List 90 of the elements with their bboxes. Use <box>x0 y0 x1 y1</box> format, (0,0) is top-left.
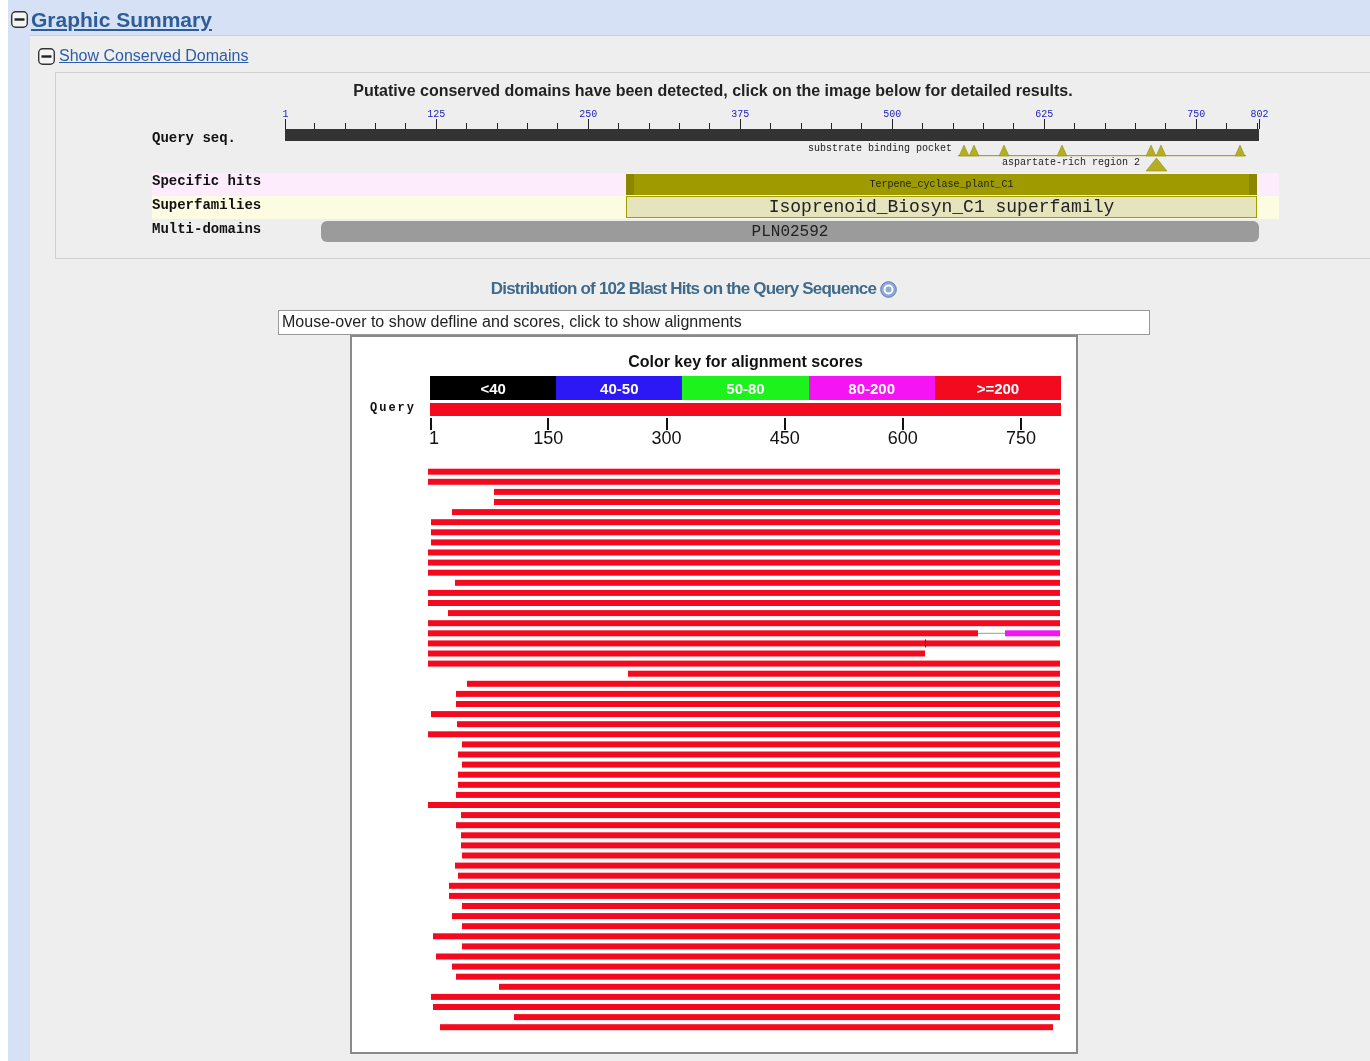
hit-bar[interactable] <box>428 650 925 657</box>
hit-bar[interactable] <box>428 639 1060 648</box>
track-label: Superfamilies <box>152 197 262 213</box>
color-key-segment: >=200 <box>934 376 1061 400</box>
track-label: Multi-domains <box>152 221 262 237</box>
hit-bar[interactable] <box>456 791 1060 798</box>
hit-bar[interactable] <box>456 690 1060 697</box>
domain-panel[interactable] <box>55 72 1370 259</box>
hit-bar[interactable] <box>452 913 1060 920</box>
feature-label: aspartate-rich region 2 <box>1001 157 1140 168</box>
hit-bar[interactable] <box>461 832 1060 839</box>
multi-domain-bar[interactable]: PLN02592 <box>321 221 1259 242</box>
hit-bar[interactable] <box>455 579 1060 586</box>
track-label: Specific hits <box>152 173 262 189</box>
hit-bar[interactable] <box>433 933 1060 940</box>
info-field[interactable]: Mouse-over to show defline and scores, click to show alignments <box>278 310 1150 335</box>
collapse-icon[interactable] <box>11 11 28 28</box>
hit-bar[interactable] <box>428 731 1060 738</box>
color-key-segment: <40 <box>430 376 557 400</box>
hit-bar[interactable] <box>514 1014 1060 1021</box>
axis-label: 300 <box>651 428 682 449</box>
hit-bar[interactable] <box>428 630 1060 637</box>
hit-bar[interactable] <box>431 993 1060 1000</box>
axis-label: 600 <box>887 428 918 449</box>
section-title-link[interactable]: Graphic Summary <box>31 7 212 32</box>
hit-bar[interactable] <box>461 842 1060 849</box>
query-label: Query <box>370 401 416 415</box>
distribution-title: Distribution of 102 Blast Hits on the Query Sequence <box>490 279 877 299</box>
feature-label: substrate binding pocket <box>807 143 952 154</box>
axis-label: 450 <box>769 428 800 449</box>
ruler-label: 250 <box>579 109 598 120</box>
domains-message: Putative conserved domains have been detected, click on the image below for detailed results. <box>352 82 1074 100</box>
hit-bar[interactable] <box>462 923 1060 930</box>
hit-bar[interactable] <box>462 761 1060 768</box>
hit-bar[interactable] <box>452 509 1060 516</box>
hit-bar[interactable] <box>440 1024 1053 1031</box>
binding-pocket-drawing[interactable] <box>956 144 1248 158</box>
hit-bar[interactable] <box>436 953 1060 960</box>
axis-label: 1 <box>429 428 439 449</box>
hit-bar[interactable] <box>428 569 1060 576</box>
ruler-label: 750 <box>1187 109 1206 120</box>
color-key-segment: 40-50 <box>556 376 683 400</box>
hit-bar[interactable] <box>449 882 1060 889</box>
hit-bar[interactable] <box>494 488 1060 495</box>
hit-bar[interactable] <box>462 741 1060 748</box>
ruler-label: 125 <box>427 109 446 120</box>
hit-bar[interactable] <box>431 539 1060 546</box>
ruler-label: 625 <box>1035 109 1054 120</box>
axis-label: 150 <box>533 428 564 449</box>
track-label: Query seq. <box>152 130 236 146</box>
hit-bar[interactable] <box>458 781 1060 788</box>
hit-bar[interactable] <box>428 589 1060 596</box>
hit-bar[interactable] <box>461 812 1060 819</box>
hit-bar[interactable] <box>456 973 1060 980</box>
hit-bar[interactable] <box>462 943 1060 950</box>
axis-label: 750 <box>1006 428 1037 449</box>
hit-bar[interactable] <box>431 711 1060 718</box>
hit-bar[interactable] <box>499 983 1060 990</box>
hit-bar[interactable] <box>431 519 1060 526</box>
collapse-icon[interactable] <box>38 47 55 65</box>
ruler-label: 375 <box>731 109 750 120</box>
ruler-label: 500 <box>883 109 902 120</box>
hit-bar[interactable] <box>428 660 1060 667</box>
hit-bar[interactable] <box>428 468 1060 475</box>
hit-bar[interactable] <box>458 751 1060 758</box>
show-domains-link[interactable]: Show Conserved Domains <box>59 47 249 65</box>
hit-bar[interactable] <box>428 478 1060 485</box>
hit-bar[interactable] <box>455 862 1060 869</box>
hit-bar[interactable] <box>428 620 1060 627</box>
ruler-label: 802 <box>1250 109 1269 120</box>
hit-bar[interactable] <box>452 963 1060 970</box>
hit-bar[interactable] <box>428 549 1060 556</box>
hit-bar[interactable] <box>462 852 1060 859</box>
hit-bar[interactable] <box>628 670 1060 677</box>
color-key-segment: 80-200 <box>808 376 935 400</box>
hit-bar[interactable] <box>458 872 1060 879</box>
hit-bar[interactable] <box>448 610 1060 617</box>
color-key-segment: 50-80 <box>682 376 809 400</box>
hit-bar[interactable] <box>428 559 1060 566</box>
superfamily-bar[interactable]: Isoprenoid_Biosyn_C1 superfamily <box>626 196 1257 218</box>
specific-hit-bar[interactable]: Terpene_cyclase_plant_C1 <box>626 174 1257 195</box>
help-icon[interactable] <box>880 280 898 298</box>
hit-bar[interactable] <box>458 771 1060 778</box>
hit-bar[interactable] <box>467 680 1060 687</box>
hit-bar[interactable] <box>456 822 1060 829</box>
hit-bar[interactable] <box>431 529 1060 536</box>
hit-bar[interactable] <box>457 721 1060 728</box>
color-key-title: Color key for alignment scores <box>627 353 864 371</box>
ruler-label: 1 <box>282 109 289 120</box>
hit-bar[interactable] <box>449 892 1060 899</box>
